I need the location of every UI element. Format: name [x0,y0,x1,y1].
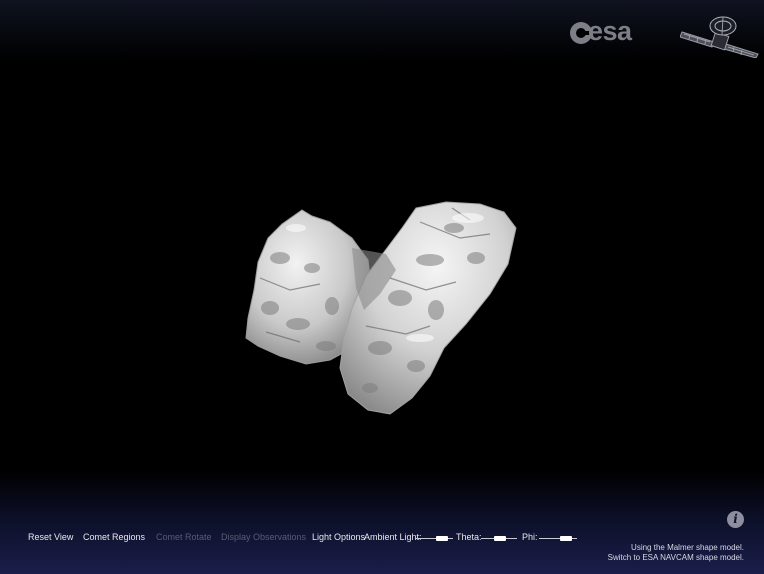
theta-label: Theta: [456,532,482,542]
phi-label: Phi: [522,532,538,542]
slider-thumb[interactable] [560,536,572,541]
slider-thumb[interactable] [494,536,506,541]
theta-slider[interactable] [481,536,517,541]
ambient-light-slider[interactable] [415,536,453,541]
display-observations-button[interactable]: Display Observations [221,532,306,542]
light-options-button[interactable]: Light Options [312,532,365,542]
info-icon[interactable]: i [727,511,744,528]
rosetta-spacecraft-icon [680,16,759,58]
slider-thumb[interactable] [436,536,448,541]
comet-model[interactable] [240,198,524,420]
esa-logo-text: esa [588,16,632,46]
current-model-text: Using the Malmer shape model. [631,543,744,552]
phi-slider[interactable] [539,536,577,541]
comet-rotate-button[interactable]: Comet Rotate [156,532,212,542]
comet-viewer[interactable]: esa Reset View Comet Regions Comet Rotat… [0,0,764,574]
reset-view-button[interactable]: Reset View [28,532,73,542]
shape-model-note: Using the Malmer shape model. Switch to … [608,543,744,563]
ambient-light-label: Ambient Light: [364,532,422,542]
comet-regions-button[interactable]: Comet Regions [83,532,145,542]
esa-logo: esa [568,16,648,50]
switch-model-link[interactable]: Switch to ESA NAVCAM shape model. [608,553,744,563]
